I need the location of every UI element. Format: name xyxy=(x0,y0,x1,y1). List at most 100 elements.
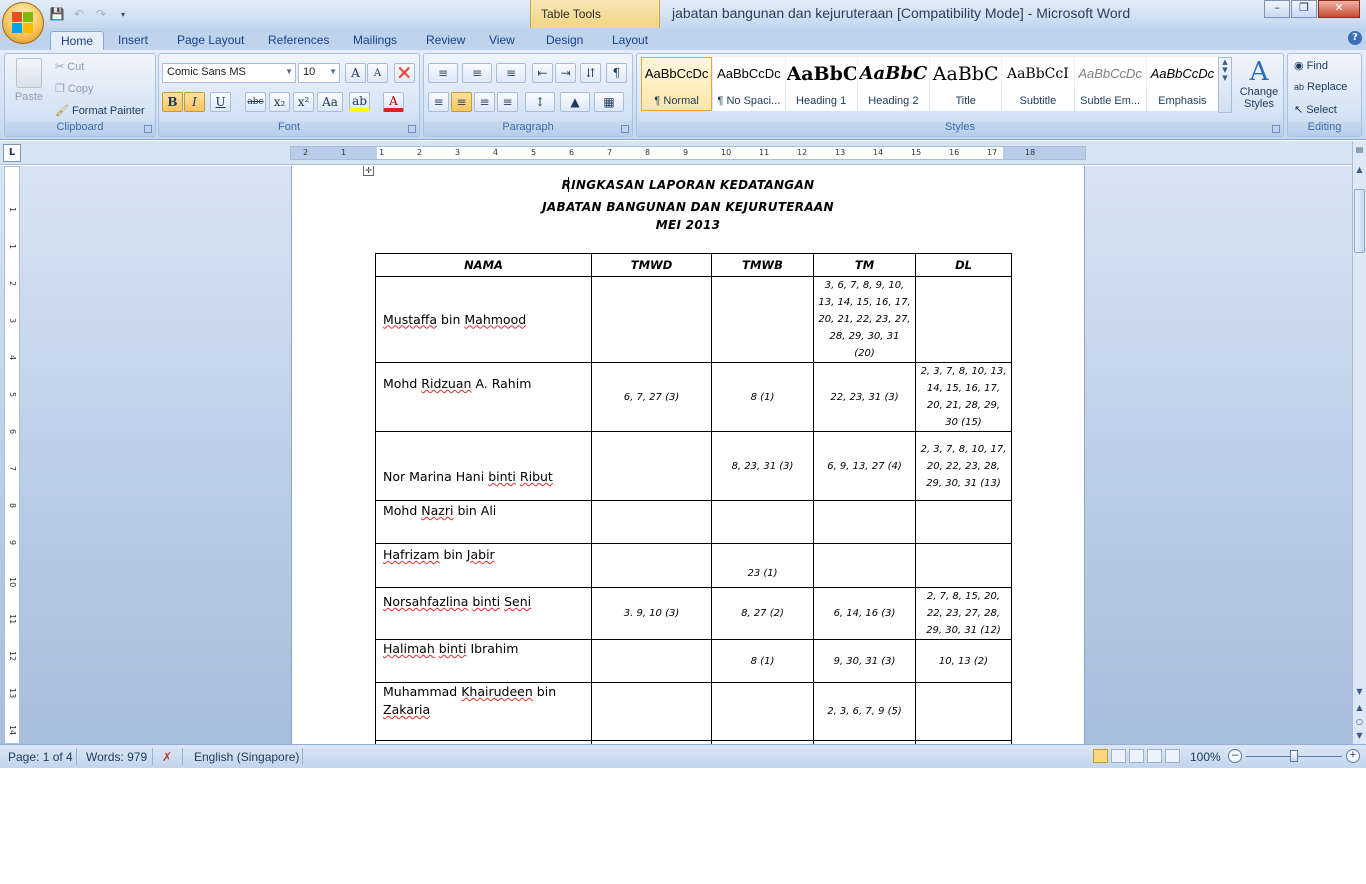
cell-tmwb[interactable]: 8, 23, 31 (3) xyxy=(711,431,814,501)
justify-icon[interactable]: ≡ xyxy=(497,92,518,112)
cell-tm[interactable]: 2, 3, 6, 7, 9 (5) xyxy=(813,682,916,741)
customize-qat-icon[interactable]: ▾ xyxy=(114,5,132,23)
tab-page-layout[interactable]: Page Layout xyxy=(167,31,254,50)
tab-home[interactable]: Home xyxy=(50,31,105,50)
maximize-button[interactable]: ❐ xyxy=(1291,0,1317,18)
scroll-down-icon[interactable]: ▼ xyxy=(1353,687,1366,701)
vertical-ruler[interactable]: 1123456789101112131415 xyxy=(4,166,20,744)
shrink-font-button[interactable]: A xyxy=(367,63,388,83)
table-move-handle-icon[interactable]: ✛ xyxy=(363,166,374,176)
zoom-slider-knob[interactable] xyxy=(1290,750,1298,762)
page-indicator[interactable]: Page: 1 of 4 xyxy=(8,750,73,764)
multilevel-list-icon[interactable]: ≡ xyxy=(496,63,526,83)
cell-dl[interactable]: 2, 3, 7, 8, 10, 17, 20, 22, 23, 28, 29, … xyxy=(915,431,1012,501)
cell-tmwd[interactable] xyxy=(591,682,712,741)
document-page[interactable]: ✛ RINGKASAN LAPORAN KEDATANGAN JABATAN B… xyxy=(291,166,1085,744)
font-name-combo[interactable]: Comic Sans MS ▼ xyxy=(162,63,296,83)
previous-page-icon[interactable]: ▲ xyxy=(1353,703,1366,717)
format-painter-button[interactable]: 🖌 Format Painter xyxy=(55,104,145,118)
help-icon[interactable]: ? xyxy=(1348,31,1362,45)
cell-dl[interactable]: 2, 3, 7, 8, 10, 13, 14, 15, 16, 17, 20, … xyxy=(915,362,1012,432)
print-layout-view-icon[interactable] xyxy=(1093,749,1108,763)
cell-tmwb[interactable]: 23 (1) xyxy=(711,543,814,588)
cell-tm[interactable]: 22, 23, 31 (3) xyxy=(813,362,916,432)
style-subtle-emphasis[interactable]: AaBbCcDc Subtle Em... xyxy=(1074,57,1146,111)
cell-tm[interactable] xyxy=(813,543,916,588)
zoom-in-icon[interactable]: + xyxy=(1346,749,1360,763)
cell-tmwb[interactable]: 8 (1) xyxy=(711,362,814,432)
cell-dl[interactable] xyxy=(915,682,1012,741)
cell-tmwd[interactable]: 6, 7, 27 (3) xyxy=(591,362,712,432)
copy-button[interactable]: ❐ Copy xyxy=(55,82,94,96)
cell-nama[interactable]: Nor Marina Hani binti Ribut xyxy=(375,431,592,501)
redo-icon[interactable]: ↷ xyxy=(92,5,110,23)
highlight-icon[interactable]: ab xyxy=(349,92,370,112)
superscript-button[interactable]: x² xyxy=(293,92,314,112)
view-ruler-icon[interactable]: ▤ xyxy=(1353,145,1366,159)
tab-selector[interactable]: L xyxy=(3,144,21,162)
clipboard-launcher-icon[interactable] xyxy=(144,125,152,133)
cell-dl[interactable] xyxy=(915,543,1012,588)
tab-view[interactable]: View xyxy=(479,31,525,50)
cell-nama[interactable]: Mohd Nazri bin Ali xyxy=(375,500,592,544)
align-center-icon[interactable]: ≡ xyxy=(451,92,472,112)
proofing-icon[interactable]: ✗ xyxy=(162,750,172,764)
cell-tmwd[interactable] xyxy=(591,543,712,588)
bullets-icon[interactable]: ≡ xyxy=(428,63,458,83)
tab-layout[interactable]: Layout xyxy=(602,31,658,50)
strikethrough-button[interactable]: abc xyxy=(245,92,266,112)
cell-nama[interactable]: Norsahfazlina binti Seni xyxy=(375,587,592,640)
style-heading-2[interactable]: AaBbC Heading 2 xyxy=(857,57,929,111)
change-styles-button[interactable]: A Change Styles xyxy=(1237,58,1281,110)
cell-dl[interactable]: 10, 13 (2) xyxy=(915,639,1012,683)
language-indicator[interactable]: English (Singapore) xyxy=(194,750,299,764)
cell-tmwb[interactable] xyxy=(711,682,814,741)
italic-button[interactable]: I xyxy=(184,92,205,112)
cell-nama[interactable]: Muhammad Khairudeen bin Zakaria xyxy=(375,682,592,741)
numbering-icon[interactable]: ≡ xyxy=(462,63,492,83)
cell-tm[interactable]: 6, 9, 13, 27 (4) xyxy=(813,431,916,501)
scroll-thumb[interactable] xyxy=(1354,189,1365,253)
styles-launcher-icon[interactable] xyxy=(1272,125,1280,133)
attendance-table[interactable]: NAMA TMWD TMWB TM DL Mustaffa bin Mahmoo… xyxy=(375,253,1012,744)
grow-font-button[interactable]: A xyxy=(345,63,366,83)
tab-references[interactable]: References xyxy=(258,31,339,50)
cell-tmwd[interactable] xyxy=(591,500,712,544)
cell-dl[interactable] xyxy=(915,500,1012,544)
zoom-level[interactable]: 100% xyxy=(1190,750,1221,764)
word-count[interactable]: Words: 979 xyxy=(86,750,147,764)
align-left-icon[interactable]: ≡ xyxy=(428,92,449,112)
show-formatting-icon[interactable]: ¶ xyxy=(606,63,627,83)
select-button[interactable]: ↖ Select xyxy=(1294,103,1337,117)
cell-nama[interactable]: Halimah binti Ibrahim xyxy=(375,639,592,683)
style-heading-1[interactable]: AaBbC Heading 1 xyxy=(785,57,857,111)
cell-tmwb[interactable]: 8 (1) xyxy=(711,639,814,683)
draft-view-icon[interactable] xyxy=(1165,749,1180,763)
cell-tm[interactable]: 6, 14, 16 (3) xyxy=(813,587,916,640)
cell-dl[interactable]: 2, 7, 8, 15, 20, 22, 23, 27, 28, 29, 30,… xyxy=(915,587,1012,640)
style-emphasis[interactable]: AaBbCcDc Emphasis xyxy=(1146,57,1218,111)
shading-icon[interactable]: ▲ xyxy=(560,92,590,112)
tab-review[interactable]: Review xyxy=(416,31,475,50)
vertical-scrollbar[interactable]: ▤ ▲ ▼ ▲ ○ ▼ xyxy=(1352,141,1366,744)
cell-tmwb[interactable] xyxy=(711,276,814,363)
full-screen-reading-icon[interactable] xyxy=(1111,749,1126,763)
subscript-button[interactable]: x₂ xyxy=(269,92,290,112)
cell-tm[interactable] xyxy=(813,500,916,544)
next-page-icon[interactable]: ▼ xyxy=(1353,731,1366,745)
outline-view-icon[interactable] xyxy=(1147,749,1162,763)
bold-button[interactable]: B xyxy=(162,92,183,112)
cell-tmwd[interactable] xyxy=(591,639,712,683)
style-subtitle[interactable]: AaBbCcI Subtitle xyxy=(1002,57,1074,111)
horizontal-ruler[interactable]: 2 1 1 2 3 4 5 6 7 8 9 10 11 12 13 14 15 16 17 18 xyxy=(290,146,1086,160)
cell-tm[interactable]: 9, 30, 31 (3) xyxy=(813,639,916,683)
minimize-button[interactable]: – xyxy=(1264,0,1290,18)
close-button[interactable]: ✕ xyxy=(1318,0,1360,18)
cut-button[interactable]: ✂ Cut xyxy=(55,60,84,74)
cell-tmwd[interactable]: 3. 9, 10 (3) xyxy=(591,587,712,640)
style-no-spacing[interactable]: AaBbCcDc ¶ No Spaci... xyxy=(713,57,785,111)
replace-button[interactable]: ab Replace xyxy=(1294,81,1347,93)
cell-tmwd[interactable] xyxy=(591,431,712,501)
cell-dl[interactable] xyxy=(915,276,1012,363)
line-spacing-icon[interactable]: ↕ xyxy=(525,92,555,112)
